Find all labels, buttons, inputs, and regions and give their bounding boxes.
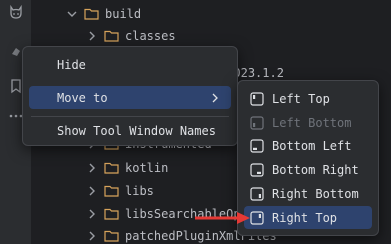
folder-icon	[104, 185, 119, 197]
bottom-right-icon	[250, 162, 264, 177]
left-bottom-icon	[250, 115, 264, 130]
left-top-icon	[250, 91, 264, 106]
menu-separator	[31, 116, 229, 117]
submenu-item-left-bottom: Left Bottom	[244, 111, 372, 134]
submenu-item-left-top[interactable]: Left Top	[244, 87, 372, 110]
submenu-arrow-icon	[212, 93, 218, 102]
submenu-item-bottom-right[interactable]: Bottom Right	[244, 158, 372, 181]
chevron-right-icon[interactable]	[86, 230, 98, 242]
chevron-down-icon[interactable]	[66, 8, 78, 20]
submenu-item-right-top[interactable]: Right Top	[244, 206, 372, 229]
folder-icon	[104, 162, 119, 174]
menu-item-hide[interactable]: Hide	[29, 53, 231, 76]
submenu-item-bottom-left[interactable]: Bottom Left	[244, 134, 372, 157]
folder-icon	[84, 8, 99, 20]
menu-item-label: Hide	[57, 57, 86, 72]
tree-row-label: build	[105, 7, 142, 21]
tree-row-libs[interactable]: libs	[86, 180, 154, 202]
tree-row-label: classes	[125, 29, 176, 43]
submenu-item-label: Left Bottom	[272, 115, 352, 130]
tree-row-kotlin[interactable]: kotlin	[86, 157, 168, 179]
submenu-item-label: Right Top	[272, 210, 338, 225]
context-menu: Hide Move to Show Tool Window Names	[22, 46, 238, 146]
right-top-icon	[250, 210, 264, 225]
tree-row-classes[interactable]: classes	[86, 25, 176, 47]
annotation-arrow-icon	[195, 212, 250, 224]
move-to-submenu: Left Top Left Bottom Bottom Left Bottom …	[237, 80, 379, 236]
submenu-item-right-bottom[interactable]: Right Bottom	[244, 182, 372, 205]
github-cat-icon[interactable]	[8, 4, 24, 20]
menu-item-label: Show Tool Window Names	[57, 123, 216, 138]
tree-row-label: libs	[125, 184, 154, 198]
tree-row-label: kotlin	[125, 161, 169, 175]
chevron-right-icon[interactable]	[86, 30, 98, 42]
menu-item-show-tool-window-names[interactable]: Show Tool Window Names	[29, 119, 231, 142]
right-bottom-icon	[250, 186, 264, 201]
submenu-item-label: Left Top	[272, 91, 330, 106]
submenu-item-label: Bottom Right	[272, 162, 359, 177]
bottom-left-icon	[250, 138, 264, 153]
menu-item-move-to[interactable]: Move to	[29, 86, 231, 109]
folder-icon	[104, 208, 119, 220]
chevron-right-icon[interactable]	[86, 162, 98, 174]
folder-icon	[104, 230, 119, 242]
menu-item-label: Move to	[57, 90, 108, 105]
tree-row-build[interactable]: build	[66, 3, 141, 25]
submenu-item-label: Right Bottom	[272, 186, 359, 201]
submenu-item-label: Bottom Left	[272, 138, 352, 153]
chevron-right-icon[interactable]	[86, 185, 98, 197]
chevron-right-icon[interactable]	[86, 208, 98, 220]
folder-icon	[104, 30, 119, 42]
